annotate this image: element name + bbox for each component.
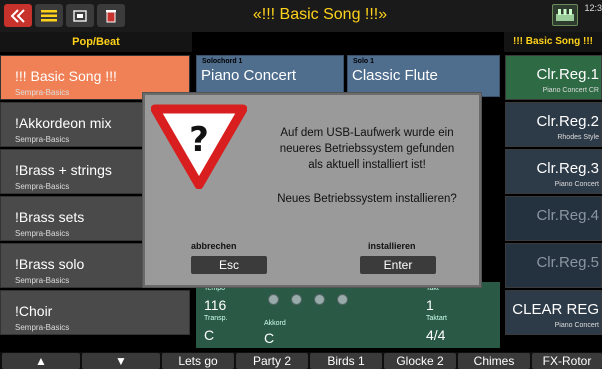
registration-sub: Rhodes Style (557, 134, 599, 141)
style-name: !Brass solo (15, 256, 85, 272)
scroll-down-button[interactable]: ▼ (82, 353, 160, 369)
solo-voice: Classic Flute (352, 67, 438, 84)
solochord-voice: Piano Concert (201, 67, 297, 84)
transpose-value[interactable]: C (204, 327, 214, 343)
time-signature-value[interactable]: 4/4 (426, 327, 445, 343)
tab-party-2[interactable]: Party 2 (236, 353, 308, 369)
style-source: Sempra-Basics (15, 323, 70, 332)
tempo-value[interactable]: 116 (204, 297, 226, 313)
style-item[interactable]: !Choir Sempra-Basics (0, 290, 190, 335)
scroll-up-button[interactable]: ▲ (2, 353, 80, 369)
registration-button-3[interactable]: Clr.Reg.3 Piano Concert (505, 149, 602, 194)
registration-sub: Piano Concert (554, 181, 599, 188)
style-source: Sempra-Basics (15, 182, 70, 191)
register-icon (556, 9, 574, 21)
trash-button[interactable] (97, 4, 125, 27)
status-panel: Tempo 116 Transp. C Akkord C Takt 1 Takt… (196, 282, 500, 348)
solo-label: Solo 1 (353, 58, 375, 65)
menu-button[interactable] (35, 4, 63, 27)
top-bar: «!!! Basic Song !!!» 12:3 (0, 0, 602, 32)
style-name: !!! Basic Song !!! (15, 68, 117, 84)
register-button[interactable] (552, 4, 578, 26)
registration-label: Clr.Reg.5 (536, 254, 599, 271)
update-dialog: ? Auf dem USB-Laufwerk wurde ein neueres… (143, 93, 481, 287)
registration-set-header: !!! Basic Song !!! (504, 32, 602, 52)
menu-icon (41, 9, 57, 21)
tab-birds-1[interactable]: Birds 1 (310, 353, 382, 369)
registration-sub: Piano Concert CR (542, 87, 599, 94)
cancel-button[interactable]: Esc (191, 256, 267, 274)
bottom-tab-bar: ▲ ▼ Lets go Party 2 Birds 1 Glocke 2 Chi… (0, 352, 602, 369)
solo-voice-panel[interactable]: Solo 1 Classic Flute (347, 55, 500, 97)
style-name: !Choir (15, 303, 53, 319)
back-button[interactable] (4, 4, 32, 27)
clock: 12:3 (584, 3, 602, 13)
style-name: !Brass + strings (15, 162, 112, 178)
dialog-message-line: Auf dem USB-Laufwerk wurde ein (280, 127, 454, 139)
style-source: Sempra-Basics (15, 135, 70, 144)
registration-label: Clr.Reg.1 (536, 66, 599, 83)
beat-indicator (268, 294, 348, 305)
usb-button[interactable] (66, 4, 94, 27)
registration-button-2[interactable]: Clr.Reg.2 Rhodes Style (505, 102, 602, 147)
registration-button-5[interactable]: Clr.Reg.5 (505, 243, 602, 288)
clear-registration-button[interactable]: CLEAR REG Piano Concert (505, 290, 602, 335)
style-category-header: Pop/Beat (0, 32, 192, 52)
registration-label: Clr.Reg.4 (536, 207, 599, 224)
page-title: «!!! Basic Song !!!» (252, 6, 388, 23)
confirm-caption: installieren (368, 241, 416, 251)
chord-value: C (264, 330, 275, 346)
registration-label: Clr.Reg.3 (536, 160, 599, 177)
registration-label: Clr.Reg.2 (536, 113, 599, 130)
style-name: !Brass sets (15, 209, 85, 225)
tab-glocke-2[interactable]: Glocke 2 (384, 353, 456, 369)
tab-fx-rotor[interactable]: FX-Rotor (532, 353, 602, 369)
tab-chimes[interactable]: Chimes (458, 353, 530, 369)
dialog-message-line: als aktuell installiert ist! (308, 159, 426, 171)
registration-label: CLEAR REG (512, 301, 599, 318)
bar-value: 1 (426, 297, 434, 313)
dialog-message: Auf dem USB-Laufwerk wurde ein neueres B… (253, 125, 481, 173)
style-name: !Akkordeon mix (15, 115, 112, 131)
tab-lets-go[interactable]: Lets go (162, 353, 234, 369)
dialog-message-line: neueres Betriebssystem gefunden (279, 143, 455, 155)
registration-button-4[interactable]: Clr.Reg.4 (505, 196, 602, 241)
beat-dot (291, 294, 302, 305)
confirm-button[interactable]: Enter (360, 256, 436, 274)
double-chevron-left-icon (10, 8, 25, 23)
style-source: Sempra-Basics (15, 229, 70, 238)
style-source: Sempra-Basics (15, 88, 70, 97)
usb-icon (73, 9, 87, 22)
dialog-question: Neues Betriebssystem installieren? (277, 193, 457, 205)
cancel-caption: abbrechen (191, 241, 237, 251)
warning-symbol: ? (189, 120, 209, 160)
style-source: Sempra-Basics (15, 276, 70, 285)
warning-icon: ? (151, 104, 247, 189)
time-signature-label: Taktart (426, 315, 448, 322)
solochord-voice-panel[interactable]: Solochord 1 Piano Concert (196, 55, 344, 97)
chord-label: Akkord (264, 320, 286, 327)
beat-dot (314, 294, 325, 305)
trash-icon (106, 9, 116, 22)
beat-dot (337, 294, 348, 305)
registration-sub: Piano Concert (554, 322, 599, 329)
transpose-label: Transp. (204, 315, 228, 322)
beat-dot (268, 294, 279, 305)
registration-button-1[interactable]: Clr.Reg.1 Piano Concert CR (505, 55, 602, 100)
solochord-label: Solochord 1 (202, 58, 243, 65)
